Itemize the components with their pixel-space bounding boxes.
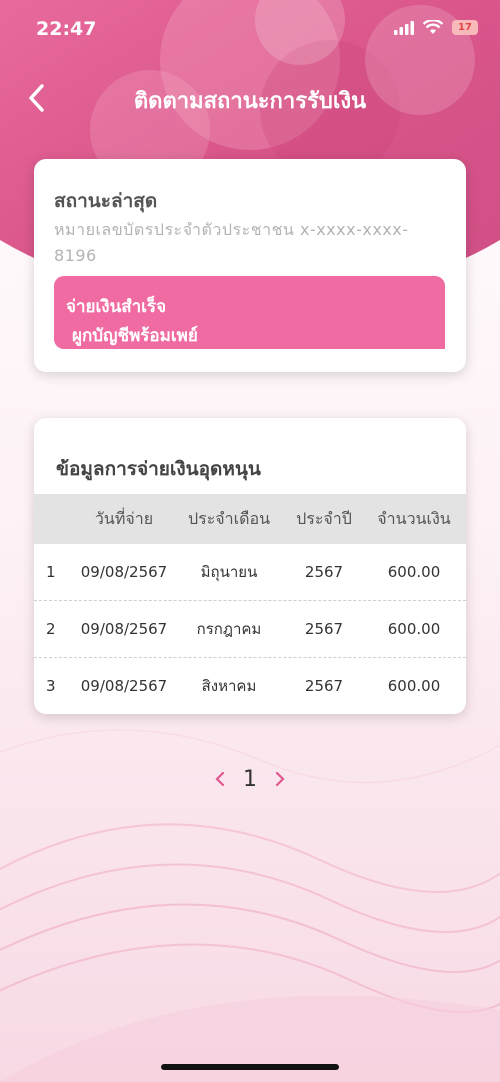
signal-icon (394, 20, 414, 35)
row-month: มิถุนายน (200, 563, 258, 581)
status-heading: สถานะล่าสุด (54, 190, 158, 212)
pagination: 1 (0, 762, 500, 796)
prev-page-button[interactable] (215, 767, 225, 792)
wifi-icon (423, 20, 443, 34)
column-header-amount: จำนวนเงิน (377, 508, 451, 528)
status-bar: 22:47 17 (0, 0, 500, 58)
row-date: 09/08/2567 (80, 677, 168, 695)
column-header-year: ประจำปี (296, 508, 352, 528)
row-amount: 600.00 (387, 620, 441, 638)
header: ติดตามสถานะการรับเงิน (0, 70, 500, 126)
home-indicator (161, 1064, 339, 1070)
row-year: 2567 (304, 620, 344, 638)
current-page[interactable]: 1 (243, 767, 257, 792)
row-number: 3 (46, 677, 56, 695)
status-icons: 17 (394, 20, 478, 35)
payment-table: วันที่จ่าย ประจำเดือน ประจำปี จำนวนเงิน … (34, 494, 466, 714)
battery-level: 17 (458, 22, 472, 33)
table-row: 3 09/08/2567 สิงหาคม 2567 600.00 (34, 658, 466, 714)
row-number: 2 (46, 620, 56, 638)
page-title: ติดตามสถานะการรับเงิน (133, 89, 367, 114)
column-header-date: วันที่จ่าย (94, 508, 154, 528)
payment-table-title: ข้อมูลการจ่ายเงินอุดหนุน (56, 458, 261, 480)
payment-channel: ผูกบัญชีพร้อมเพย์ (72, 326, 198, 346)
table-row: 2 09/08/2567 กรกฎาคม 2567 600.00 (34, 601, 466, 658)
chevron-right-icon (275, 771, 285, 786)
row-month: สิงหาคม (201, 677, 257, 695)
status-badge: จ่ายเงินสำเร็จ ผูกบัญชีพร้อมเพย์ (54, 276, 445, 349)
id-card-number: หมายเลขบัตรประจำตัวประชาชน x-xxxx-xxxx-8… (54, 220, 409, 265)
payment-status: จ่ายเงินสำเร็จ (66, 297, 167, 317)
row-month: กรกฎาคม (196, 620, 262, 638)
payment-info-card: ข้อมูลการจ่ายเงินอุดหนุน วันที่จ่าย ประจ… (34, 418, 466, 714)
battery-icon: 17 (452, 20, 478, 35)
row-year: 2567 (304, 563, 344, 581)
next-page-button[interactable] (275, 767, 285, 792)
row-number: 1 (46, 563, 56, 581)
latest-status-card: สถานะล่าสุด หมายเลขบัตรประจำตัวประชาชน x… (34, 159, 466, 372)
column-header-month: ประจำเดือน (187, 508, 271, 528)
row-year: 2567 (304, 677, 344, 695)
chevron-left-icon (215, 771, 225, 786)
status-time: 22:47 (36, 18, 97, 40)
row-amount: 600.00 (387, 677, 441, 695)
row-amount: 600.00 (387, 563, 441, 581)
table-header: วันที่จ่าย ประจำเดือน ประจำปี จำนวนเงิน (34, 494, 466, 544)
row-date: 09/08/2567 (80, 563, 168, 581)
row-date: 09/08/2567 (80, 620, 168, 638)
table-row: 1 09/08/2567 มิถุนายน 2567 600.00 (34, 544, 466, 601)
